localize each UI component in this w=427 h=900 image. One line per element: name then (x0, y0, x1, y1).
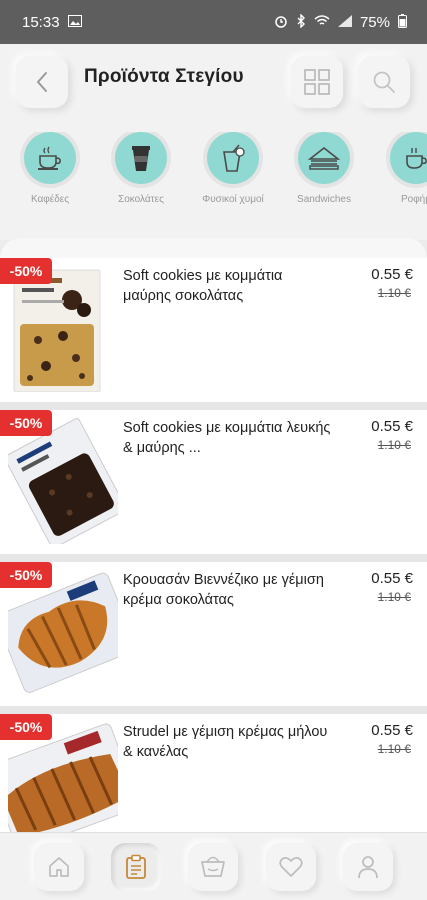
product-old-price: 1.10 € (377, 590, 411, 604)
chevron-left-icon (36, 72, 47, 92)
nav-basket-button[interactable] (188, 843, 238, 891)
product-name: Soft cookies με κομμάτια μαύρης σοκολάτα… (123, 268, 283, 304)
product-name: Κρουασάν Βιεννέζικο με γέμιση κρέμα σοκο… (123, 572, 324, 608)
category-label: Σοκολάτες (118, 194, 164, 205)
status-bar: 15:33 75% (0, 0, 427, 44)
product-old-price: 1.10 € (377, 286, 411, 300)
category-hot-drinks[interactable]: Ροφήμ (376, 132, 427, 205)
product-name: Strudel με γέμιση κρέμας μήλου & κανέλας (123, 724, 328, 760)
nav-home-button[interactable] (34, 843, 84, 891)
product-image (8, 418, 118, 544)
home-icon (49, 857, 69, 877)
search-icon (373, 71, 395, 93)
status-time: 15:33 (22, 13, 60, 31)
nav-favorites-button[interactable] (266, 843, 316, 891)
coffee-cup-icon (38, 146, 61, 170)
grid-icon (304, 69, 330, 95)
product-price: 0.55 € (371, 418, 413, 435)
alarm-icon (274, 14, 288, 30)
category-juices[interactable]: Φυσικοί χυμοί (193, 132, 273, 205)
product-price: 0.55 € (371, 266, 413, 283)
search-button[interactable] (358, 56, 410, 108)
battery-percentage: 75% (359, 13, 390, 31)
clipboard-icon (126, 854, 146, 879)
category-label: Φυσικοί χυμοί (202, 194, 264, 205)
hot-drink-icon (406, 148, 427, 169)
product-list: -50% Soft cookies με κομμάτια μαύρης σοκ… (0, 238, 427, 832)
back-button[interactable] (16, 56, 68, 108)
signal-icon (337, 15, 352, 29)
gallery-icon (67, 15, 82, 29)
product-item[interactable]: -50% Κρουασάν Βιεννέζικο με γέμιση κρέμα… (0, 562, 427, 706)
user-icon (358, 856, 378, 879)
juice-glass-icon (223, 144, 245, 172)
product-item[interactable]: -50% Strudel με γέμιση κρέμας μήλου & κα… (0, 714, 427, 832)
category-chocolates[interactable]: Σοκολάτες (101, 132, 181, 205)
category-label: Ροφήμ (400, 194, 427, 205)
discount-badge: -50% (0, 562, 52, 588)
category-bar: Καφέδες Σοκολάτες Φυσικοί χυμοί Sandwich… (0, 132, 427, 212)
discount-badge: -50% (0, 714, 52, 740)
product-old-price: 1.10 € (377, 742, 411, 756)
product-old-price: 1.10 € (377, 438, 411, 452)
bottom-navigation (0, 832, 427, 900)
grid-view-button[interactable] (291, 56, 343, 108)
product-price: 0.55 € (371, 722, 413, 739)
bluetooth-icon (296, 13, 306, 30)
takeaway-cup-icon (132, 146, 150, 171)
basket-icon (201, 856, 225, 877)
wifi-icon (314, 15, 330, 29)
product-image (13, 269, 101, 392)
heart-icon (279, 857, 303, 877)
discount-badge: -50% (0, 410, 52, 436)
sandwich-icon (308, 146, 340, 170)
category-label: Sandwiches (297, 194, 351, 205)
product-image (8, 572, 118, 693)
product-price: 0.55 € (371, 570, 413, 587)
nav-offers-button[interactable] (111, 843, 161, 891)
product-item[interactable]: -50% Soft cookies με κομμάτια λευκής & μ… (0, 410, 427, 554)
product-item[interactable]: -50% Soft cookies με κομμάτια μαύρης σοκ… (0, 258, 427, 402)
category-sandwiches[interactable]: Sandwiches (284, 132, 364, 205)
nav-profile-button[interactable] (343, 843, 393, 891)
header: Προϊόντα Στεγίου Καφέδες Σοκολάτες Φυσικ… (0, 44, 427, 240)
page-title: Προϊόντα Στεγίου (84, 66, 244, 87)
discount-badge: -50% (0, 258, 52, 284)
product-name: Soft cookies με κομμάτια λευκής & μαύρης… (123, 420, 331, 456)
battery-icon (398, 14, 407, 30)
category-label: Καφέδες (30, 194, 70, 205)
category-coffee[interactable]: Καφέδες (10, 132, 90, 205)
